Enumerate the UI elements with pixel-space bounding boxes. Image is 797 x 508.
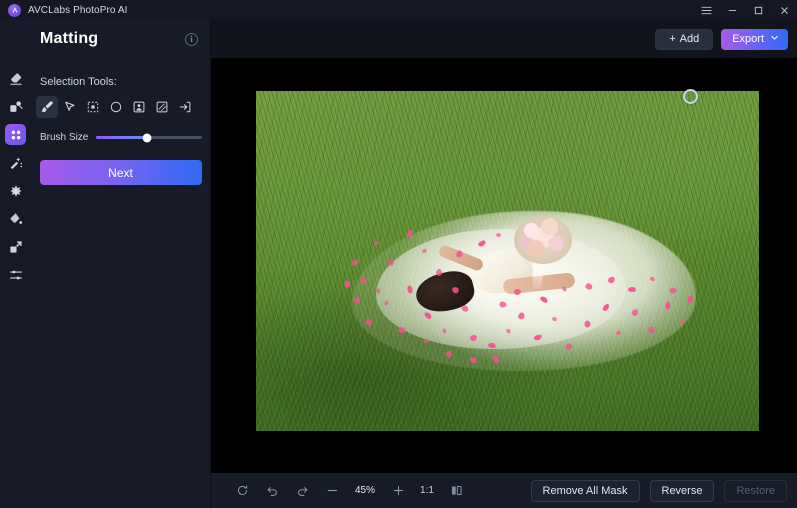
brush-size-slider[interactable]: [96, 133, 202, 142]
pattern-select-tool[interactable]: [151, 96, 173, 118]
maximize-icon[interactable]: [745, 0, 771, 20]
magic-pointer-tool[interactable]: [59, 96, 81, 118]
brush-size-control: Brush Size: [40, 132, 202, 143]
remove-all-mask-button[interactable]: Remove All Mask: [530, 479, 640, 502]
photo-image[interactable]: [256, 91, 759, 431]
redo-icon[interactable]: [287, 480, 317, 502]
brush-size-slider-fill: [96, 136, 148, 139]
brush-size-label: Brush Size: [40, 132, 89, 143]
brush-cursor-ring: [683, 89, 698, 104]
brush-tool[interactable]: [36, 96, 58, 118]
flower-bouquet: [514, 216, 572, 264]
window-controls: [693, 0, 797, 20]
rail-item-adjustments[interactable]: [5, 264, 26, 285]
import-selection-tool[interactable]: [174, 96, 196, 118]
add-button[interactable]: + Add: [655, 28, 714, 50]
zoom-out-button[interactable]: [317, 480, 347, 502]
brush-size-slider-thumb[interactable]: [142, 133, 152, 142]
close-icon[interactable]: [771, 0, 797, 20]
rose-petal: [374, 241, 379, 245]
info-icon[interactable]: i: [185, 32, 198, 46]
bottom-left-controls: 45% 1:1: [227, 480, 471, 502]
export-button[interactable]: Export: [721, 28, 788, 50]
selection-tools-label: Selection Tools:: [40, 76, 117, 88]
plus-icon: +: [669, 33, 676, 45]
actual-size-button[interactable]: 1:1: [413, 485, 441, 496]
split-compare-icon[interactable]: [441, 480, 471, 502]
rail-item-upscaler[interactable]: [5, 236, 26, 257]
rectangle-select-tool[interactable]: [82, 96, 104, 118]
reset-rotate-icon[interactable]: [227, 480, 257, 502]
page-title: Matting: [40, 30, 99, 47]
app-window: AVCLabs PhotoPro AI Matting i Selection …: [0, 0, 797, 508]
selection-tools-row: [36, 96, 210, 118]
rose-petal: [495, 232, 502, 238]
export-button-label: Export: [732, 33, 764, 45]
bottom-right-controls: Remove All Mask Reverse Restore: [530, 479, 787, 502]
rail-item-object-eraser[interactable]: [5, 68, 26, 89]
undo-icon[interactable]: [257, 480, 287, 502]
avclabs-logo-icon: [8, 3, 21, 17]
rail-item-ai-retouch[interactable]: [5, 152, 26, 173]
ellipse-select-tool[interactable]: [105, 96, 127, 118]
bottom-toolbar: 45% 1:1 Remove All Mask Reverse Restore: [211, 473, 797, 508]
rail-item-colorizer[interactable]: [5, 208, 26, 229]
hamburger-menu-icon[interactable]: [693, 0, 719, 20]
next-button[interactable]: Next: [39, 160, 202, 185]
zoom-level-value: 45%: [354, 485, 375, 496]
rail-item-matting[interactable]: [5, 124, 26, 145]
panel-header: Matting i: [31, 20, 210, 58]
reverse-button[interactable]: Reverse: [649, 479, 715, 502]
add-button-label: Add: [679, 33, 700, 45]
rose-petal: [627, 286, 637, 293]
titlebar: AVCLabs PhotoPro AI: [0, 0, 797, 20]
restore-button: Restore: [724, 479, 787, 502]
rail-item-background-remover[interactable]: [5, 96, 26, 117]
app-name: AVCLabs PhotoPro AI: [28, 4, 128, 16]
subject-select-tool[interactable]: [128, 96, 150, 118]
chevron-down-icon: [770, 33, 779, 45]
left-tool-rail: [0, 20, 31, 508]
rail-item-photo-enhancer[interactable]: [5, 180, 26, 201]
minimize-icon[interactable]: [719, 0, 745, 20]
zoom-in-button[interactable]: [383, 480, 413, 502]
canvas-area[interactable]: [211, 58, 797, 473]
top-action-bar: + Add Export: [211, 20, 797, 58]
matting-panel: Matting i Selection Tools: Brush Size Ne…: [31, 20, 211, 508]
